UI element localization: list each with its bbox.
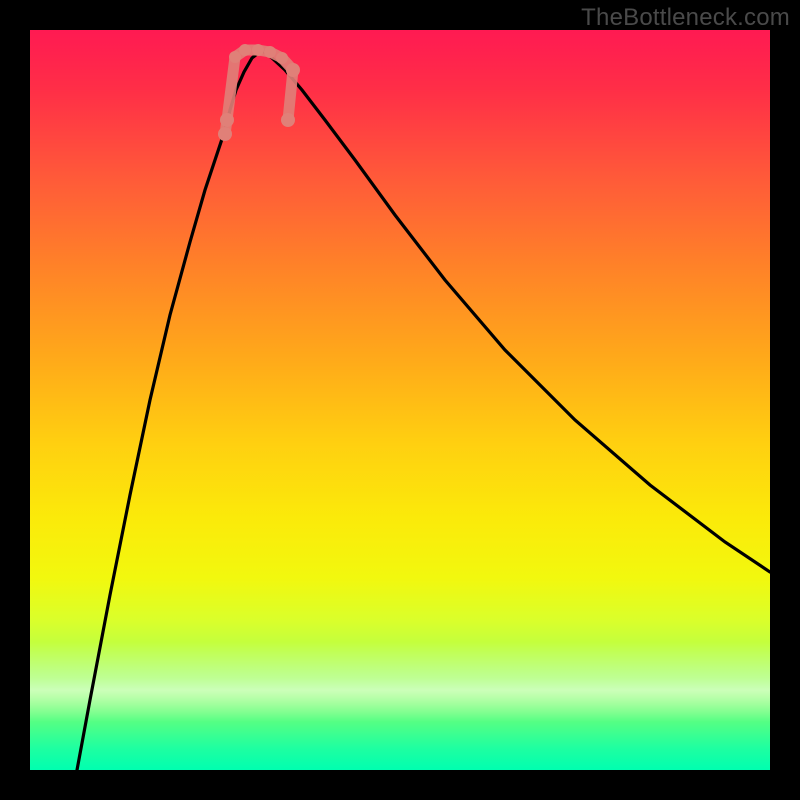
data-point-marker xyxy=(264,46,276,58)
curve-left-branch xyxy=(77,50,262,770)
plot-area xyxy=(30,30,770,770)
data-point-marker xyxy=(218,127,232,141)
data-point-marker xyxy=(276,52,288,64)
data-point-markers xyxy=(218,44,300,141)
watermark-text: TheBottleneck.com xyxy=(581,4,790,32)
data-point-marker xyxy=(220,113,234,127)
outer-frame: TheBottleneck.com xyxy=(0,0,800,800)
data-point-marker xyxy=(252,44,264,56)
data-point-marker xyxy=(229,51,241,63)
curve-right-branch xyxy=(262,50,770,572)
data-point-marker xyxy=(239,44,251,56)
curve-layer xyxy=(30,30,770,770)
data-point-marker xyxy=(281,113,295,127)
data-point-marker xyxy=(286,63,300,77)
